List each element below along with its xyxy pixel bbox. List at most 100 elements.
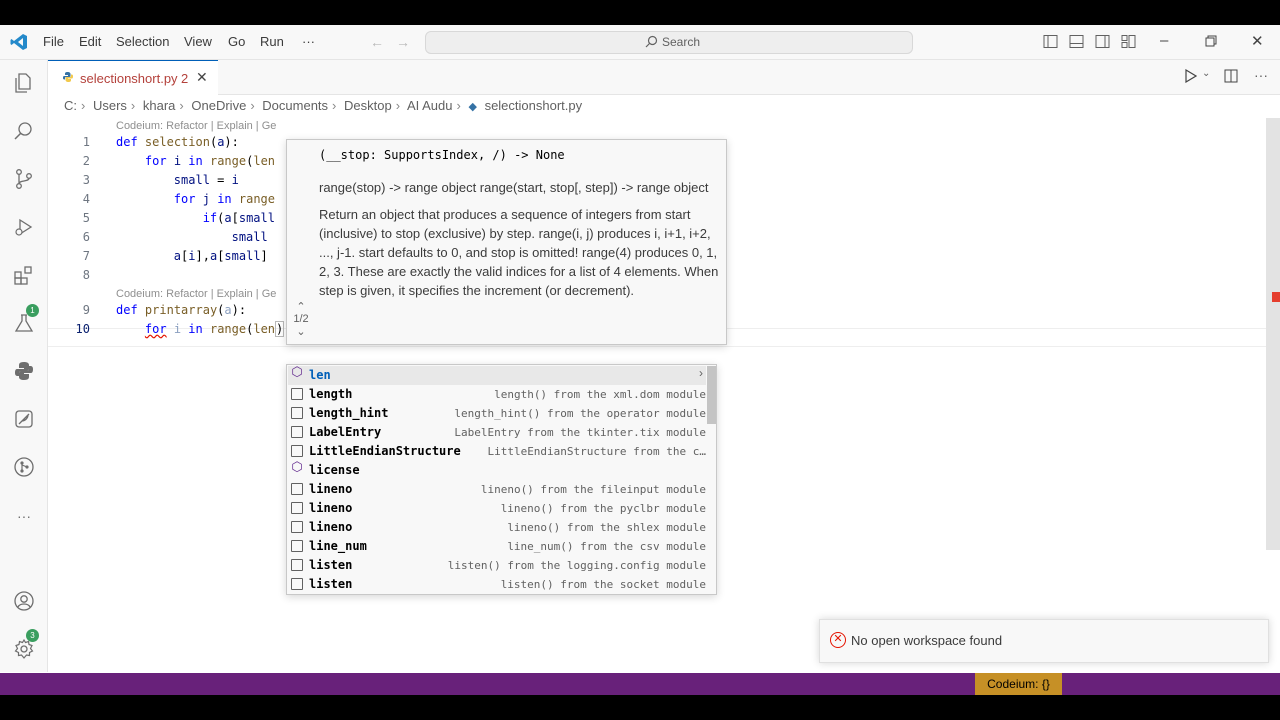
menu-edit[interactable]: Edit bbox=[79, 34, 101, 49]
breadcrumb-khara[interactable]: khara bbox=[143, 98, 176, 113]
codeium-lens-selection[interactable]: Codeium: Refactor | Explain | Ge bbox=[116, 120, 276, 132]
tab-close-icon[interactable]: ✕ bbox=[196, 69, 208, 86]
codeium-lens-printarray[interactable]: Codeium: Refactor | Explain | Ge bbox=[116, 288, 276, 300]
accounts-icon[interactable] bbox=[12, 590, 36, 614]
code-line-9: def printarray(a): bbox=[116, 303, 247, 317]
suggestion-detail: LittleEndianStructure from the c… bbox=[487, 445, 706, 458]
menu-more[interactable]: ··· bbox=[302, 34, 315, 49]
suggestion-item[interactable]: ⬡ license bbox=[288, 459, 706, 480]
chevron-up-icon[interactable]: ⌃ bbox=[289, 300, 313, 313]
python-icon[interactable] bbox=[12, 360, 36, 384]
overload-navigator: ⌃ 1/2 ⌄ bbox=[289, 300, 313, 338]
suggestion-item[interactable]: length_hint length_hint() from the operat… bbox=[288, 404, 706, 423]
variable-icon bbox=[291, 483, 303, 495]
chevron-right-icon: › bbox=[250, 98, 255, 113]
minimize-icon[interactable]: – bbox=[1160, 32, 1168, 49]
command-center-search[interactable]: Search bbox=[425, 31, 913, 54]
testing-icon[interactable] bbox=[12, 312, 36, 336]
breadcrumb-documents[interactable]: Documents bbox=[262, 98, 328, 113]
search-sidebar-icon[interactable] bbox=[12, 120, 36, 144]
chevron-down-icon[interactable]: ⌄ bbox=[289, 325, 313, 338]
variable-icon bbox=[291, 445, 303, 457]
suggestion-detail: listen() from the socket module bbox=[500, 578, 706, 591]
close-window-icon[interactable]: ✕ bbox=[1251, 32, 1264, 50]
toggle-panel-icon[interactable] bbox=[1069, 34, 1084, 52]
toggle-secondary-sidebar-icon[interactable] bbox=[1095, 34, 1110, 52]
suggestion-label: LittleEndianStructure bbox=[309, 444, 461, 458]
suggestion-item[interactable]: lineno lineno() from the fileinput module bbox=[288, 480, 706, 499]
code-line-5: if(a[small bbox=[202, 211, 275, 225]
suggestion-label: listen bbox=[309, 577, 353, 591]
title-bar: File Edit Selection View Go Run ··· ← → … bbox=[0, 25, 1280, 60]
breadcrumb-onedrive[interactable]: OneDrive bbox=[191, 98, 246, 113]
chevron-right-icon: › bbox=[332, 98, 337, 113]
line-number: 8 bbox=[82, 268, 90, 282]
suggestion-item[interactable]: ⬡ len › bbox=[288, 365, 706, 385]
extensions-icon[interactable] bbox=[12, 264, 36, 288]
suggestion-item[interactable]: length length() from the xml.dom module bbox=[288, 385, 706, 404]
suggestion-label: len bbox=[309, 368, 331, 382]
suggestion-label: lineno bbox=[309, 520, 353, 534]
suggest-scrollbar[interactable] bbox=[707, 366, 716, 424]
menu-selection[interactable]: Selection bbox=[116, 34, 169, 49]
variable-icon bbox=[291, 407, 303, 419]
notification-toast: ✕ No open workspace found bbox=[819, 619, 1269, 663]
run-python-file-icon[interactable] bbox=[1184, 68, 1198, 86]
tab-selectionshort[interactable]: selectionshort.py 2 ✕ bbox=[48, 60, 218, 96]
search-icon bbox=[645, 35, 658, 53]
editor-scrollbar[interactable] bbox=[1266, 118, 1280, 550]
customize-layout-icon[interactable] bbox=[1121, 34, 1136, 52]
forward-arrow-icon[interactable]: → bbox=[396, 34, 410, 50]
suggestion-label: length bbox=[309, 387, 353, 401]
module-icon: ⬡ bbox=[291, 459, 303, 474]
breadcrumb-ai-audu[interactable]: AI Audu bbox=[407, 98, 453, 113]
run-dropdown-chevron-icon[interactable]: ⌄ bbox=[1202, 68, 1210, 79]
suggestion-item[interactable]: lineno lineno() from the shlex module bbox=[288, 518, 706, 537]
activity-bar: 1 ··· 3 bbox=[0, 60, 48, 672]
suggestion-item[interactable]: LabelEntry LabelEntry from the tkinter.ti… bbox=[288, 423, 706, 442]
chevron-right-icon: › bbox=[456, 98, 461, 113]
suggestion-item[interactable]: line_num line_num() from the csv module bbox=[288, 537, 706, 556]
breadcrumb-users[interactable]: Users bbox=[93, 98, 127, 113]
back-arrow-icon[interactable]: ← bbox=[370, 34, 384, 50]
read-more-chevron-icon[interactable]: › bbox=[699, 366, 703, 380]
suggestion-item[interactable]: listen listen() from the socket module bbox=[288, 575, 706, 594]
menu-file[interactable]: File bbox=[43, 34, 64, 49]
restore-icon[interactable] bbox=[1205, 34, 1217, 51]
source-control-icon[interactable] bbox=[12, 168, 36, 192]
line-number: 9 bbox=[82, 303, 90, 317]
line-number: 4 bbox=[82, 192, 90, 206]
explorer-icon[interactable] bbox=[12, 72, 36, 96]
split-editor-icon[interactable] bbox=[1224, 69, 1238, 86]
menu-view[interactable]: View bbox=[184, 34, 212, 49]
suggestion-detail: lineno() from the fileinput module bbox=[480, 483, 706, 496]
breadcrumb-drive[interactable]: C: bbox=[64, 98, 77, 113]
variable-icon bbox=[291, 388, 303, 400]
suggestion-item[interactable]: listen listen() from the logging.config m… bbox=[288, 556, 706, 575]
more-views-icon[interactable]: ··· bbox=[12, 504, 36, 528]
git-graph-icon[interactable] bbox=[12, 456, 36, 480]
vscode-logo-icon bbox=[10, 33, 28, 54]
suggestion-detail: line_num() from the csv module bbox=[507, 540, 706, 553]
line-number: 7 bbox=[82, 249, 90, 263]
suggestion-label: lineno bbox=[309, 501, 353, 515]
manage-gear-icon[interactable] bbox=[12, 638, 36, 662]
variable-icon bbox=[291, 502, 303, 514]
menu-run[interactable]: Run bbox=[260, 34, 284, 49]
suggestion-item[interactable]: lineno lineno() from the pyclbr module bbox=[288, 499, 706, 518]
suggestion-detail: length() from the xml.dom module bbox=[494, 388, 706, 401]
error-icon: ✕ bbox=[830, 632, 846, 648]
overload-counter: 1/2 bbox=[293, 313, 309, 325]
breadcrumb-file[interactable]: selectionshort.py bbox=[485, 98, 583, 113]
toggle-primary-sidebar-icon[interactable] bbox=[1043, 34, 1058, 52]
chevron-right-icon: › bbox=[130, 98, 136, 113]
menu-go[interactable]: Go bbox=[228, 34, 245, 49]
more-actions-icon[interactable]: ··· bbox=[1254, 67, 1268, 83]
line-number: 1 bbox=[82, 135, 90, 149]
feather-icon[interactable] bbox=[12, 408, 36, 432]
breadcrumb-desktop[interactable]: Desktop bbox=[344, 98, 392, 113]
status-codeium[interactable]: Codeium: {} bbox=[975, 673, 1062, 695]
chevron-right-icon: › bbox=[395, 98, 401, 113]
run-debug-icon[interactable] bbox=[12, 216, 36, 240]
suggestion-item[interactable]: LittleEndianStructure LittleEndianStructu… bbox=[288, 442, 706, 461]
